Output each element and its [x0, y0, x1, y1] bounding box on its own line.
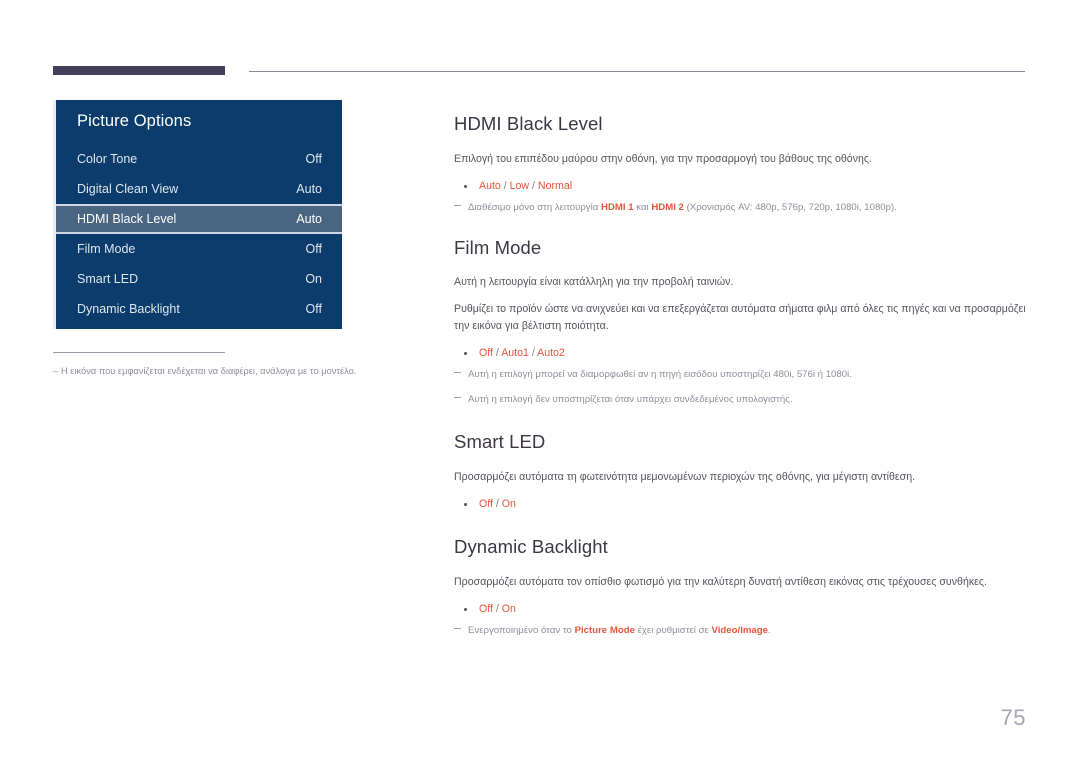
osd-row-hdmi-black-level[interactable]: HDMI Black Level Auto [56, 203, 342, 234]
note-highlight-video-image: Video/Image [711, 625, 768, 637]
osd-row-value: Auto [296, 211, 322, 226]
section-title: Dynamic Backlight [454, 536, 608, 558]
note-text-mid: έχει ρυθμιστεί σε [634, 625, 712, 637]
header-divider [53, 66, 1025, 76]
osd-row-label: Color Tone [77, 151, 138, 166]
option-value-on: On [501, 497, 516, 510]
osd-row-dynamic-backlight[interactable]: Dynamic Backlight Off [56, 294, 342, 324]
osd-row-value: Off [305, 241, 322, 256]
osd-row-label: HDMI Black Level [77, 211, 177, 226]
option-separator: / [492, 602, 502, 615]
section-paragraph: Προσαρμόζει αυτόματα τον οπίσθιο φωτισμό… [454, 575, 988, 588]
section-title: HDMI Black Level [454, 113, 603, 135]
section-title: Smart LED [454, 431, 546, 453]
note-highlight-hdmi2: HDMI 2 [651, 202, 684, 214]
note-text-post: . [767, 625, 771, 637]
section-note: Διαθέσιμο μόνο στη λειτουργία HDMI 1 και… [454, 200, 1029, 215]
osd-row-digital-clean-view[interactable]: Digital Clean View Auto [56, 174, 342, 204]
section-paragraph: Προσαρμόζει αυτόματα τη φωτεινότητα μεμο… [454, 470, 916, 483]
osd-row-value: Off [305, 301, 322, 316]
note-highlight-picture-mode: Picture Mode [574, 625, 635, 637]
option-value-off: Off [479, 346, 493, 359]
osd-row-value: On [305, 271, 322, 286]
section-dynamic-backlight: Dynamic Backlight Προσαρμόζει αυτόματα τ… [454, 536, 1029, 638]
option-value-auto2: Auto2 [537, 346, 565, 359]
section-note-2: Αυτή η επιλογή δεν υποστηρίζεται όταν υπ… [454, 392, 1029, 407]
section-film-mode: Film Mode Αυτή η λειτουργία είναι κατάλλ… [454, 237, 1029, 408]
option-list: Auto / Low / Normal [454, 178, 1029, 194]
option-value-low: Low [509, 179, 530, 192]
left-footnote-text: Η εικόνα που εμφανίζεται ενδέχεται να δι… [61, 366, 357, 376]
section-note-1: Αυτή η επιλογή μπορεί να διαμορφωθεί αν … [454, 367, 1029, 382]
header-divider-thick-bar [53, 66, 225, 75]
section-smart-led: Smart LED Προσαρμόζει αυτόματα τη φωτειν… [454, 431, 1029, 512]
osd-row-smart-led[interactable]: Smart LED On [56, 264, 342, 294]
osd-row-label: Dynamic Backlight [77, 301, 180, 316]
section-note: Ενεργοποιημένο όταν το Picture Mode έχει… [454, 623, 1029, 638]
section-paragraph-1: Αυτή η λειτουργία είναι κατάλληλη για τη… [454, 276, 734, 289]
content-column: HDMI Black Level Επιλογή του επιπέδου μα… [454, 98, 1029, 648]
section-paragraph-2: Ρυθμίζει το προϊόν ώστε να ανιχνεύει και… [454, 303, 1026, 332]
option-list-item: Auto / Low / Normal [454, 178, 1029, 194]
osd-row-color-tone[interactable]: Color Tone Off [56, 144, 342, 174]
note-text-post: (Χρονισμός AV: 480p, 576p, 720p, 1080i, … [683, 202, 897, 214]
note-text-pre: Διαθέσιμο μόνο στη λειτουργία [468, 202, 601, 214]
osd-row-label: Digital Clean View [77, 181, 179, 196]
option-value-normal: Normal [537, 179, 573, 192]
option-list: Off / Auto1 / Auto2 [454, 345, 1029, 361]
option-separator: / [528, 346, 538, 359]
footnote-dash-marker: – [53, 366, 59, 376]
osd-row-value: Off [305, 151, 322, 166]
note-text-pre: Ενεργοποιημένο όταν το [468, 625, 575, 637]
left-footnote-block: – Η εικόνα που εμφανίζεται ενδέχεται να δ… [53, 352, 413, 376]
osd-row-label: Smart LED [77, 271, 139, 286]
option-value-off: Off [479, 602, 493, 615]
osd-row-value: Auto [296, 181, 322, 196]
option-list: Off / On [454, 496, 1029, 512]
option-list-item: Off / Auto1 / Auto2 [454, 345, 1029, 361]
option-list-item: Off / On [454, 601, 1029, 617]
osd-picture-options-panel: Picture Options Color Tone Off Digital C… [53, 100, 342, 329]
option-list-item: Off / On [454, 496, 1029, 512]
left-footnote: – Η εικόνα που εμφανίζεται ενδέχεται να δ… [53, 366, 413, 376]
note-text-mid: και [633, 202, 652, 214]
option-separator: / [529, 179, 538, 192]
osd-menu-list: Color Tone Off Digital Clean View Auto H… [56, 144, 342, 324]
option-separator: / [500, 179, 510, 192]
option-separator: / [492, 346, 502, 359]
left-footnote-divider [53, 352, 225, 353]
section-paragraph: Επιλογή του επιπέδου μαύρου στην οθόνη, … [454, 152, 873, 165]
osd-row-label: Film Mode [77, 241, 136, 256]
osd-panel-title: Picture Options [77, 112, 192, 130]
section-title: Film Mode [454, 236, 542, 258]
section-hdmi-black-level: HDMI Black Level Επιλογή του επιπέδου μα… [454, 113, 1029, 215]
option-value-off: Off [479, 497, 493, 510]
option-separator: / [492, 497, 502, 510]
header-divider-thin-line [249, 71, 1025, 72]
osd-row-film-mode[interactable]: Film Mode Off [56, 234, 342, 264]
option-list: Off / On [454, 601, 1029, 617]
page-number: 75 [1000, 705, 1026, 730]
option-value-on: On [501, 602, 516, 615]
option-value-auto: Auto [479, 179, 501, 192]
option-value-auto1: Auto1 [501, 346, 529, 359]
note-highlight-hdmi1: HDMI 1 [601, 202, 634, 214]
